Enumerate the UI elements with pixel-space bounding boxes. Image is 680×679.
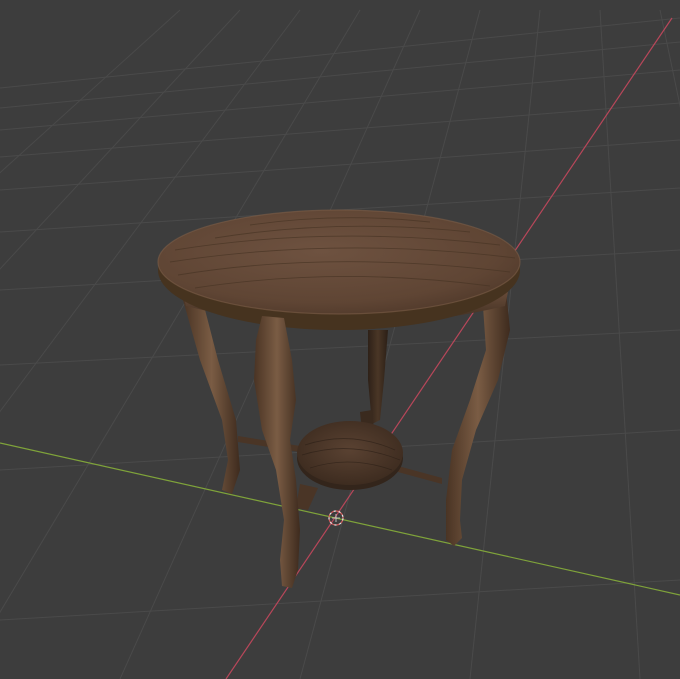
origin-cursor-icon[interactable] [328,510,344,526]
viewport-canvas[interactable] [0,0,680,679]
grid-line [0,69,680,131]
table-leg-back-right [368,330,388,424]
floor-grid [0,9,680,679]
grid-line [0,139,680,191]
lower-shelf [297,421,403,485]
table-leg-front-right [446,290,510,546]
grid-line [0,9,361,614]
stretcher-right [398,466,442,484]
grid-line [0,9,181,174]
grid-line [659,9,680,109]
grid-line [299,9,481,679]
table-object[interactable] [157,209,521,588]
grid-line [0,17,680,89]
stretcher-front [296,484,318,510]
grid-line [0,41,680,109]
grid-line [0,9,301,413]
table-leg-front-left [254,316,300,588]
table-leg-back-left [183,300,240,494]
grid-line [0,579,680,621]
grid-line [0,102,680,158]
grid-line [0,329,680,366]
3d-viewport[interactable] [0,0,680,679]
